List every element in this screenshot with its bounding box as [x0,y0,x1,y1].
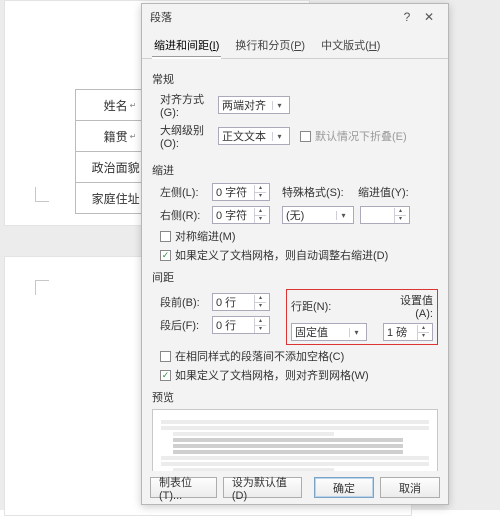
section-spacing: 间距 [152,269,438,285]
set-default-button[interactable]: 设为默认值(D) [223,477,302,498]
tabs-button[interactable]: 制表位(T)... [150,477,217,498]
indent-left-spinner[interactable]: 0 字符▴▾ [212,183,270,201]
section-indent: 缩进 [152,162,438,178]
auto-adjust-indent-checkbox[interactable] [160,250,171,261]
line-spacing-highlight: 行距(N): 设置值(A): 固定值▾ 1 磅▴▾ [286,289,438,345]
tab-strip: 缩进和间距(I) 换行和分页(P) 中文版式(H) [142,30,448,59]
mirror-indents-label: 对称缩进(M) [175,228,236,244]
chevron-down-icon: ▾ [272,101,286,110]
alignment-label: 对齐方式(G): [152,91,218,119]
outline-level-combo[interactable]: 正文文本▾ [218,127,290,145]
snap-to-grid-checkbox[interactable] [160,370,171,381]
ok-button[interactable]: 确定 [314,477,374,498]
dialog-titlebar[interactable]: 段落 ? ✕ [142,4,448,30]
indent-right-label: 右侧(R): [152,207,212,223]
section-general: 常规 [152,71,438,87]
no-space-same-style-checkbox[interactable] [160,351,171,362]
space-before-spinner[interactable]: 0 行▴▾ [212,293,270,311]
line-spacing-at-spinner[interactable]: 1 磅▴▾ [383,323,433,341]
chevron-down-icon: ▾ [272,132,286,141]
special-indent-combo[interactable]: (无)▾ [282,206,354,224]
section-preview: 预览 [152,389,438,405]
line-spacing-combo[interactable]: 固定值▾ [291,323,367,341]
tab-indent-spacing[interactable]: 缩进和间距(I) [152,34,221,58]
chevron-down-icon: ▾ [349,328,363,337]
indent-by-label: 缩进值(Y): [358,184,416,200]
indent-right-spinner[interactable]: 0 字符▴▾ [212,206,270,224]
dialog-title: 段落 [150,9,396,25]
special-indent-label: 特殊格式(S): [282,184,358,200]
indent-by-spinner[interactable]: ▴▾ [360,206,410,224]
collapse-checkbox[interactable] [300,131,311,142]
dialog-button-bar: 制表位(T)... 设为默认值(D) 确定 取消 [142,471,448,504]
outline-level-label: 大纲级别(O): [152,122,218,150]
preview-pane [152,409,438,471]
tab-line-page-breaks[interactable]: 换行和分页(P) [233,34,307,58]
help-button[interactable]: ? [396,10,418,24]
no-space-same-style-label: 在相同样式的段落间不添加空格(C) [175,348,344,364]
mirror-indents-checkbox[interactable] [160,231,171,242]
alignment-combo[interactable]: 两端对齐▾ [218,96,290,114]
cancel-button[interactable]: 取消 [380,477,440,498]
close-button[interactable]: ✕ [418,10,440,24]
space-before-label: 段前(B): [152,294,212,310]
line-spacing-label: 行距(N): [291,298,347,314]
tab-asian-typography[interactable]: 中文版式(H) [319,34,382,58]
space-after-spinner[interactable]: 0 行▴▾ [212,316,270,334]
paragraph-dialog: 段落 ? ✕ 缩进和间距(I) 换行和分页(P) 中文版式(H) 常规 对齐方式… [141,3,449,505]
collapse-label: 默认情况下折叠(E) [315,128,407,144]
auto-adjust-indent-label: 如果定义了文档网格，则自动调整右缩进(D) [175,247,388,263]
snap-to-grid-label: 如果定义了文档网格，则对齐到网格(W) [175,367,369,383]
chevron-down-icon: ▾ [336,211,350,220]
space-after-label: 段后(F): [152,317,212,333]
line-spacing-at-label: 设置值(A): [383,292,433,320]
indent-left-label: 左侧(L): [152,184,212,200]
